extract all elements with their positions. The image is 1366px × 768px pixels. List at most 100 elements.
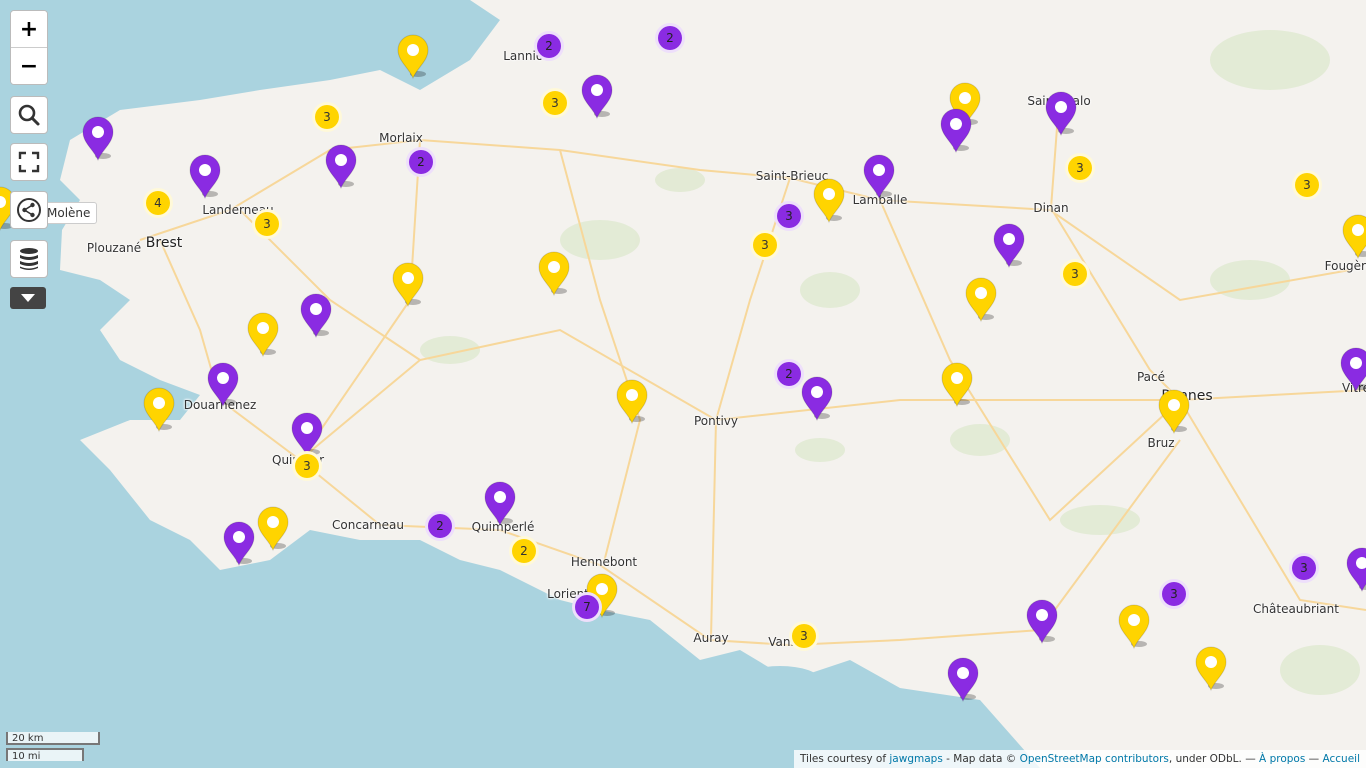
attribution-mid: - Map data © [942,753,1020,765]
map-pin-icon [1118,604,1150,650]
map-pin-icon [965,277,997,323]
cluster-marker-purple[interactable]: 2 [425,511,455,541]
map-pin-icon [397,34,429,80]
accueil-link[interactable]: Accueil [1323,753,1361,765]
zoom-in-button[interactable]: + [11,11,47,47]
cluster-marker-yellow[interactable]: 4 [143,188,173,218]
map-pin-yellow[interactable] [940,362,974,408]
chevron-down-icon [21,294,35,302]
attribution-prefix: Tiles courtesy of [799,753,890,765]
map-pin-yellow[interactable] [615,379,649,425]
cluster-marker-purple[interactable]: 2 [534,31,564,61]
map-pin-yellow[interactable] [1341,214,1366,260]
map-pin-icon [82,116,114,162]
attribution: Tiles courtesy of jawgmaps - Map data © … [793,750,1366,768]
share-button[interactable] [10,191,48,229]
map-pin-yellow[interactable] [1194,646,1228,692]
map-pin-purple[interactable] [222,521,256,567]
jawgmaps-link[interactable]: jawgmaps [889,753,942,765]
map-pin-purple[interactable] [862,154,896,200]
cluster-marker-yellow[interactable]: 3 [540,88,570,118]
map-pin-icon [1340,347,1366,393]
map-pin-purple[interactable] [946,657,980,703]
city-label-bruz: Bruz [1147,436,1175,450]
map-pin-purple[interactable] [81,116,115,162]
map-pin-yellow[interactable] [142,387,176,433]
cluster-marker-yellow[interactable]: 2 [509,536,539,566]
apropos-link[interactable]: À propos [1259,753,1305,765]
map-pin-icon [247,312,279,358]
cluster-marker-yellow[interactable]: 3 [789,621,819,651]
city-label-plouzan-: Plouzané [86,241,142,255]
search-button[interactable] [10,96,48,134]
map-pin-purple[interactable] [1339,347,1366,393]
map-pin-icon [941,362,973,408]
attribution-sep: — [1305,753,1323,765]
map-pin-icon [1195,646,1227,692]
map-pin-icon [940,108,972,154]
map-pin-purple[interactable] [1345,547,1366,593]
expand-controls-button[interactable] [10,287,46,309]
map-pin-icon [616,379,648,425]
cluster-marker-purple[interactable]: 3 [1159,579,1189,609]
map-pin-icon [143,387,175,433]
map-pin-purple[interactable] [324,144,358,190]
cluster-marker-purple[interactable]: 7 [572,592,602,622]
map[interactable]: Brest Plouzané Landerneau Morlaix Lannion Sai… [0,0,1366,768]
city-label-hennebont: Hennebont [570,555,638,569]
map-pin-yellow[interactable] [537,251,571,297]
cluster-marker-yellow[interactable]: 3 [1065,153,1095,183]
cluster-marker-yellow[interactable]: 3 [1292,170,1322,200]
map-pin-icon [813,178,845,224]
city-label-morlaix: Morlaix [379,131,423,145]
map-pin-icon [947,657,979,703]
share-icon [17,198,41,222]
cluster-marker-yellow[interactable]: 3 [312,102,342,132]
map-pin-purple[interactable] [483,481,517,527]
city-label-brest: Brest [145,235,183,251]
layers-button[interactable] [10,240,48,278]
cluster-marker-purple[interactable]: 3 [1289,553,1319,583]
map-pin-icon [223,521,255,567]
city-label-pac-: Pacé [1136,370,1166,384]
cluster-marker-yellow[interactable]: 3 [1060,259,1090,289]
scale-mi: 10 mi [6,748,84,762]
cluster-marker-yellow[interactable]: 3 [292,451,322,481]
map-pin-icon [1158,389,1190,435]
cluster-marker-purple[interactable]: 2 [655,23,685,53]
map-pin-purple[interactable] [206,362,240,408]
map-pin-purple[interactable] [299,293,333,339]
cluster-marker-purple[interactable]: 3 [774,201,804,231]
map-pin-icon [392,262,424,308]
map-pin-yellow[interactable] [391,262,425,308]
map-pin-purple[interactable] [188,154,222,200]
map-pin-yellow[interactable] [246,312,280,358]
map-pin-yellow[interactable] [396,34,430,80]
cluster-marker-yellow[interactable]: 3 [750,230,780,260]
map-pin-purple[interactable] [580,74,614,120]
map-pin-icon [1045,91,1077,137]
attribution-tail: , under ODbL. — [1168,753,1260,765]
zoom-out-button[interactable]: − [11,47,47,84]
cluster-marker-purple[interactable]: 2 [406,147,436,177]
map-pin-yellow[interactable] [1117,604,1151,650]
fullscreen-button[interactable] [10,143,48,181]
map-pin-yellow[interactable] [964,277,998,323]
scale-km: 20 km [6,732,100,745]
city-label-pontivy: Pontivy [694,414,738,428]
map-pin-purple[interactable] [1044,91,1078,137]
city-label-foug-res: Fougères [1324,259,1366,273]
map-pin-purple[interactable] [1025,599,1059,645]
map-pin-purple[interactable] [939,108,973,154]
city-label-dinan: Dinan [1033,201,1069,215]
map-pin-purple[interactable] [800,376,834,422]
map-pin-icon [1346,547,1366,593]
map-pin-yellow[interactable] [256,506,290,552]
map-pin-purple[interactable] [992,223,1026,269]
cluster-marker-yellow[interactable]: 3 [252,209,282,239]
map-pin-yellow[interactable] [1157,389,1191,435]
map-pin-yellow[interactable] [812,178,846,224]
city-label-ch-teaubriant: Châteaubriant [1253,602,1339,616]
osm-link[interactable]: OpenStreetMap contributors [1020,753,1169,765]
cluster-marker-purple[interactable]: 2 [774,359,804,389]
